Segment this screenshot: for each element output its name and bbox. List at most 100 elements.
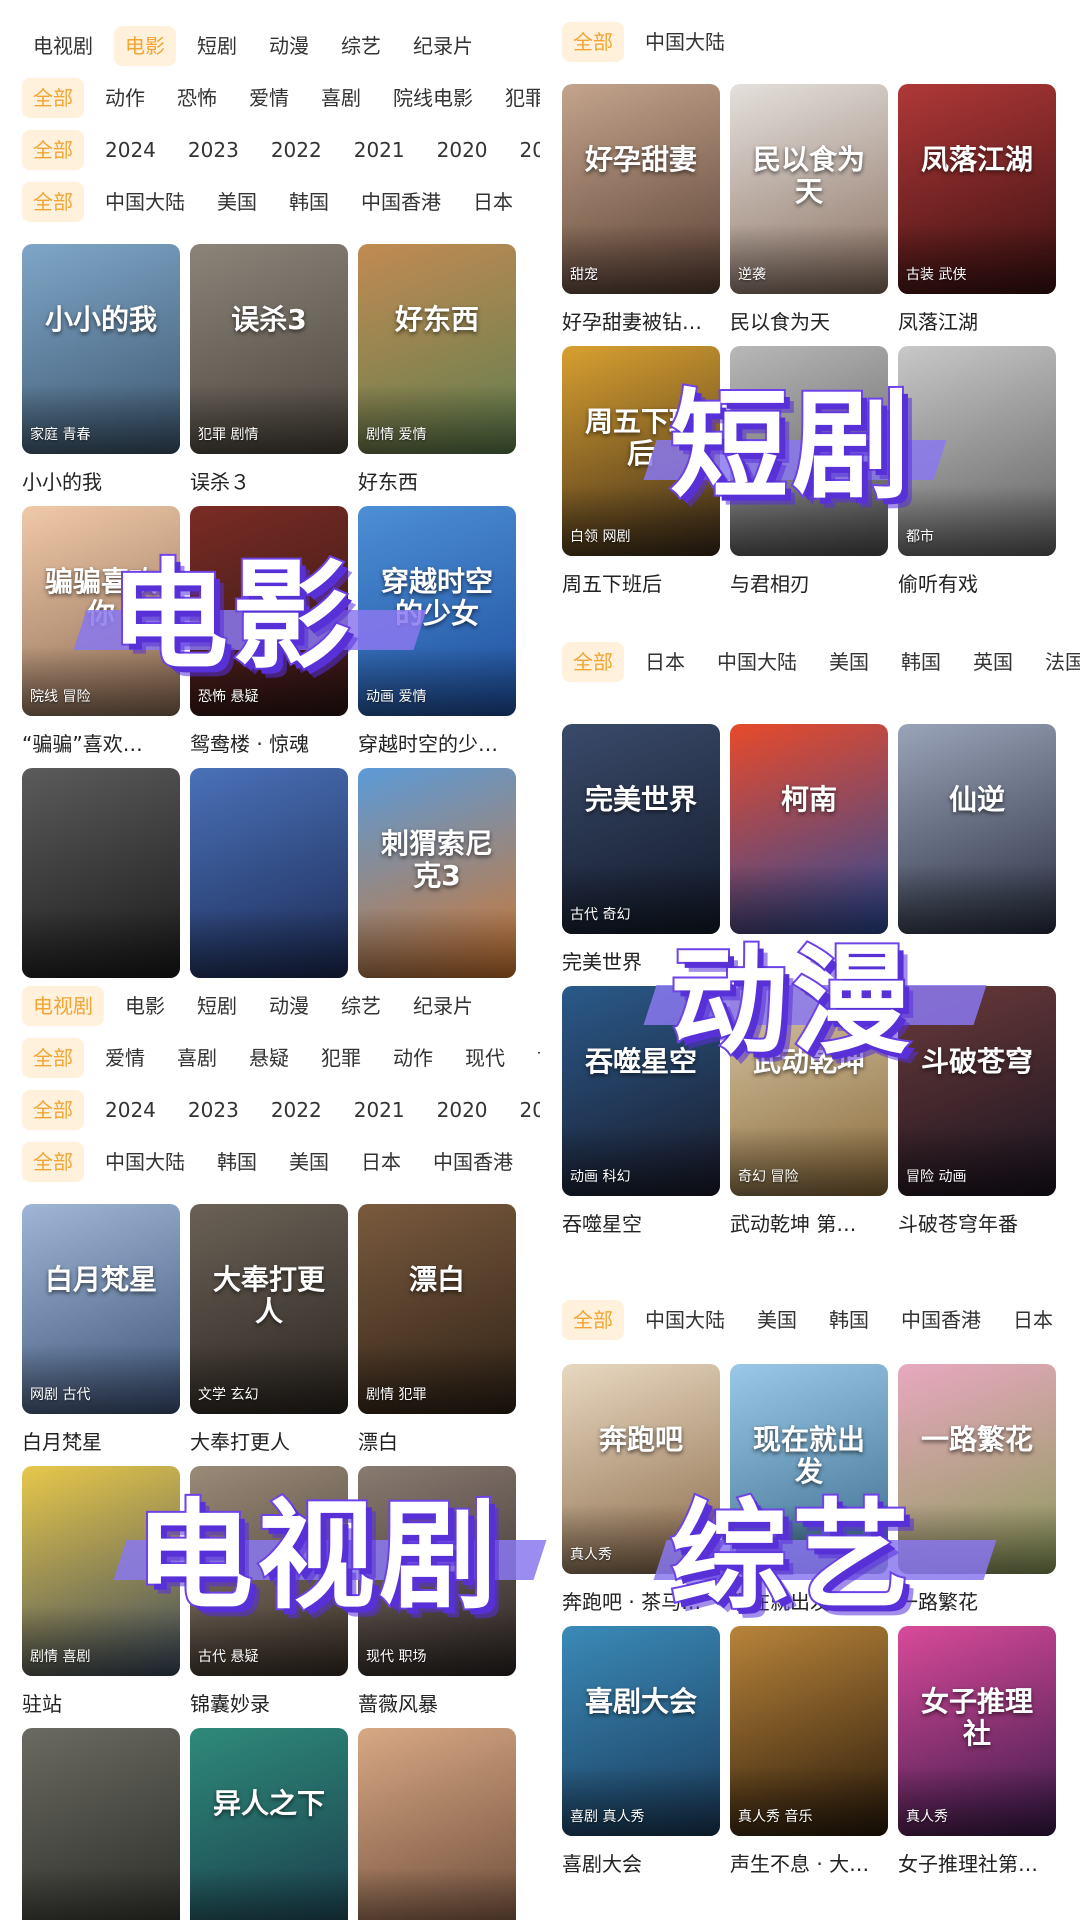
filter-genre[interactable]: 爱情 [238, 78, 300, 118]
media-card[interactable]: 大奉打更人 文学 玄幻大奉打更人 [190, 1204, 348, 1466]
filter-year[interactable]: 2023 [177, 1090, 250, 1130]
media-card[interactable]: 一路繁花 一路繁花 [898, 1364, 1056, 1626]
filter-region[interactable]: 日本 [350, 1142, 412, 1182]
filter-genre[interactable]: 现代 [454, 1038, 516, 1078]
filter-region[interactable]: 中国大陆 [94, 1142, 196, 1182]
poster-image[interactable]: 女子推理社 真人秀 [898, 1626, 1056, 1836]
filter-region[interactable]: 法国 [1034, 642, 1080, 682]
filter-all[interactable]: 全部 [22, 1038, 84, 1078]
card-title[interactable]: 民以食为天 [730, 306, 888, 335]
tab-tv[interactable]: 电视剧 [22, 986, 104, 1026]
poster-image[interactable]: 大奉打更人 文学 玄幻 [190, 1204, 348, 1414]
poster-image[interactable]: 刺猬索尼克3 [358, 768, 516, 978]
media-card[interactable]: 好孕甜妻 甜宠好孕甜妻被钻… [562, 84, 720, 346]
poster-image[interactable]: 喜剧大会 喜剧 真人秀 [562, 1626, 720, 1836]
card-title[interactable]: 大奉打更人 [190, 1426, 348, 1455]
media-card[interactable]: 真人秀 音乐声生不息 · 大… [730, 1626, 888, 1888]
card-title[interactable]: 武动乾坤 第… [730, 1208, 888, 1237]
card-title[interactable]: 锦囊妙录 [190, 1688, 348, 1717]
media-card[interactable]: 仙逆 [898, 724, 1056, 986]
poster-image[interactable]: 白月梵星 网剧 古代 [22, 1204, 180, 1414]
media-card[interactable]: 误杀3 犯罪 剧情 误杀３ [190, 244, 348, 506]
filter-region[interactable]: 美国 [818, 642, 880, 682]
media-card[interactable] [358, 1728, 516, 1920]
filter-all[interactable]: 全部 [562, 22, 624, 62]
media-card[interactable]: 民以食为天 逆袭 民以食为天 [730, 84, 888, 346]
filter-year[interactable]: 2019 [509, 130, 540, 170]
filter-genre[interactable]: 古代 [526, 1038, 540, 1078]
filter-region[interactable]: 韩国 [206, 1142, 268, 1182]
poster-image[interactable] [22, 1728, 180, 1920]
filter-region[interactable]: 日本 [462, 182, 524, 222]
media-card[interactable]: 喜剧大会 喜剧 真人秀喜剧大会 [562, 1626, 720, 1888]
filter-genre[interactable]: 犯罪 [494, 78, 540, 118]
filter-genre[interactable]: 爱情 [94, 1038, 156, 1078]
tab-anime[interactable]: 动漫 [258, 26, 320, 66]
media-card[interactable]: 异人之下 [190, 1728, 348, 1920]
poster-image[interactable]: 好孕甜妻 甜宠 [562, 84, 720, 294]
filter-all[interactable]: 全部 [562, 642, 624, 682]
card-title[interactable]: 与君相刃 [730, 568, 888, 597]
poster-image[interactable]: 小小的我 家庭 青春 [22, 244, 180, 454]
media-card[interactable]: 斗破苍穹 冒险 动画 斗破苍穹年番 [898, 986, 1056, 1248]
card-title[interactable]: 偷听有戏 [898, 568, 1056, 597]
media-card[interactable]: 女子推理社 真人秀 女子推理社第… [898, 1626, 1056, 1888]
card-title[interactable]: 喜剧大会 [562, 1848, 720, 1877]
card-title[interactable]: 穿越时空的少… [358, 728, 516, 757]
filter-region[interactable]: 中国大陆 [634, 22, 736, 62]
tab-short[interactable]: 短剧 [186, 26, 248, 66]
poster-image[interactable]: 好东西 剧情 爱情 [358, 244, 516, 454]
card-title[interactable]: 驻站 [22, 1688, 180, 1717]
filter-all[interactable]: 全部 [22, 1090, 84, 1130]
filter-genre[interactable]: 喜剧 [310, 78, 372, 118]
filter-all[interactable]: 全部 [22, 1142, 84, 1182]
poster-image[interactable]: 完美世界 古代 奇幻 [562, 724, 720, 934]
filter-genre[interactable]: 恐怖 [166, 78, 228, 118]
filter-region[interactable]: 英国 [1074, 1300, 1080, 1340]
filter-region[interactable]: 韩国 [818, 1300, 880, 1340]
card-title[interactable]: 凤落江湖 [898, 306, 1056, 335]
card-title[interactable]: “骗骗”喜欢… [22, 728, 180, 757]
tab-movie[interactable]: 电影 [114, 26, 176, 66]
poster-image[interactable] [358, 1728, 516, 1920]
card-title[interactable]: 小小的我 [22, 466, 180, 495]
poster-image[interactable]: 真人秀 音乐 [730, 1626, 888, 1836]
media-card[interactable]: 凤落江湖 古装 武侠凤落江湖 [898, 84, 1056, 346]
card-title[interactable]: 好孕甜妻被钻… [562, 306, 720, 335]
poster-image[interactable] [190, 768, 348, 978]
card-title[interactable]: 白月梵星 [22, 1426, 180, 1455]
filter-region[interactable]: 美国 [206, 182, 268, 222]
filter-year[interactable]: 2022 [260, 130, 333, 170]
filter-region[interactable]: 中国香港 [350, 182, 452, 222]
filter-genre[interactable]: 悬疑 [238, 1038, 300, 1078]
filter-region[interactable]: 中国香港 [890, 1300, 992, 1340]
media-card[interactable]: 漂白 剧情 犯罪 漂白 [358, 1204, 516, 1466]
poster-image[interactable] [22, 768, 180, 978]
poster-image[interactable]: 漂白 剧情 犯罪 [358, 1204, 516, 1414]
card-title[interactable]: 鸳鸯楼 · 惊魂 [190, 728, 348, 757]
media-card[interactable]: 小小的我 家庭 青春小小的我 [22, 244, 180, 506]
filter-all[interactable]: 全部 [22, 130, 84, 170]
filter-year[interactable]: 2020 [426, 1090, 499, 1130]
filter-genre[interactable]: 动作 [382, 1038, 444, 1078]
filter-year[interactable]: 2024 [94, 1090, 167, 1130]
filter-year[interactable]: 2022 [260, 1090, 333, 1130]
card-title[interactable]: 声生不息 · 大… [730, 1848, 888, 1877]
media-card[interactable]: 好东西 剧情 爱情 好东西 [358, 244, 516, 506]
filter-genre[interactable]: 犯罪 [310, 1038, 372, 1078]
filter-region[interactable]: 中国大陆 [94, 182, 196, 222]
filter-year[interactable]: 2019 [509, 1090, 540, 1130]
card-title[interactable]: 误杀３ [190, 466, 348, 495]
filter-year[interactable]: 2021 [343, 1090, 416, 1130]
card-title[interactable]: 斗破苍穹年番 [898, 1208, 1056, 1237]
filter-genre[interactable]: 喜剧 [166, 1038, 228, 1078]
filter-genre[interactable]: 动作 [94, 78, 156, 118]
filter-all[interactable]: 全部 [22, 78, 84, 118]
filter-year[interactable]: 2023 [177, 130, 250, 170]
filter-region[interactable]: 英国 [962, 642, 1024, 682]
filter-all[interactable]: 全部 [562, 1300, 624, 1340]
poster-image[interactable]: 凤落江湖 古装 武侠 [898, 84, 1056, 294]
media-card[interactable] [22, 1728, 180, 1920]
filter-all[interactable]: 全部 [22, 182, 84, 222]
filter-year[interactable]: 2020 [426, 130, 499, 170]
